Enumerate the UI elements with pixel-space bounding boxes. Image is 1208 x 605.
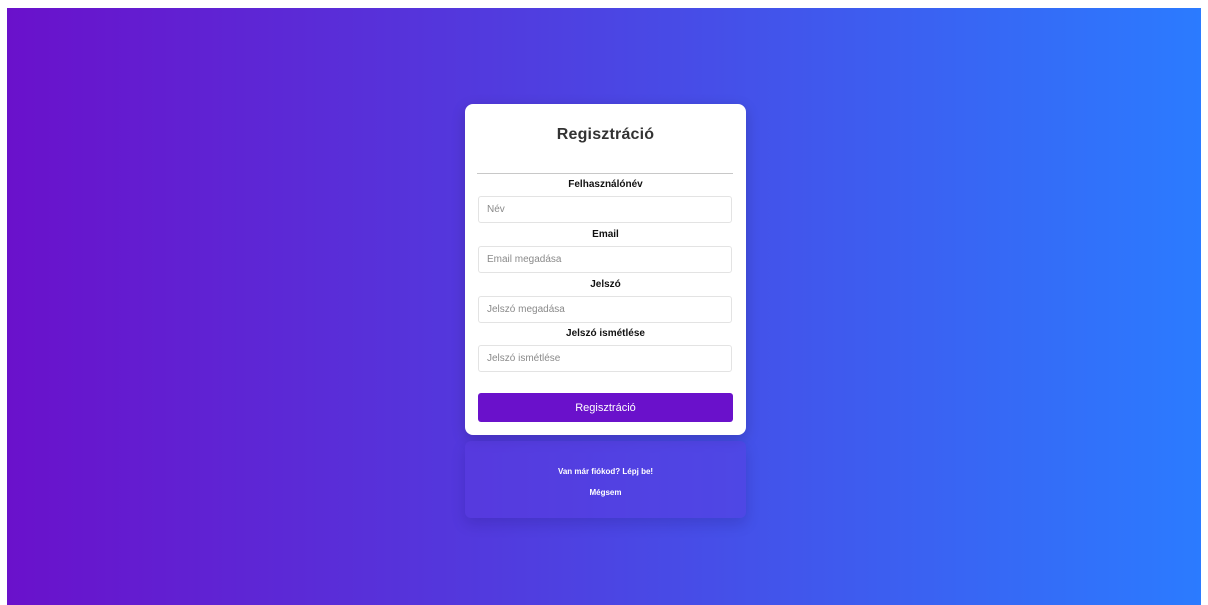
- title-divider: [477, 173, 733, 174]
- username-label: Felhasználónév: [568, 179, 643, 190]
- password-input[interactable]: [478, 296, 732, 323]
- page-background: Regisztráció Felhasználónév Email Jelszó…: [7, 8, 1201, 605]
- email-label: Email: [592, 229, 619, 240]
- footer-panel: Van már fiókod? Lépj be! Mégsem: [465, 441, 746, 518]
- cancel-link[interactable]: Mégsem: [465, 488, 746, 497]
- login-link[interactable]: Van már fiókod? Lépj be!: [465, 467, 746, 476]
- email-input[interactable]: [478, 246, 732, 273]
- password-confirm-input[interactable]: [478, 345, 732, 372]
- password-label: Jelszó: [590, 279, 621, 290]
- registration-card: Regisztráció Felhasználónév Email Jelszó…: [465, 104, 746, 435]
- password-confirm-label: Jelszó ismétlése: [566, 328, 645, 339]
- page-title: Regisztráció: [556, 126, 655, 143]
- username-input[interactable]: [478, 196, 732, 223]
- register-button[interactable]: Regisztráció: [478, 393, 733, 422]
